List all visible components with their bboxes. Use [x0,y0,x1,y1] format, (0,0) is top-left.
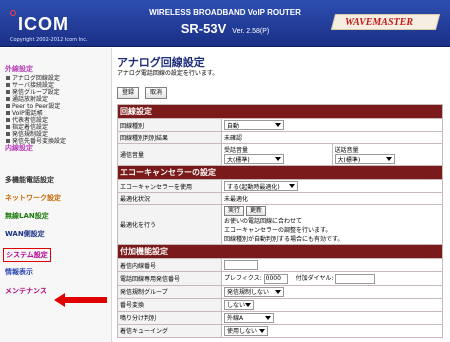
menu-multifunction-phone[interactable]: 多機能電話設定 [5,175,54,185]
menu-system[interactable]: システム設定 [3,248,51,262]
menu-maintenance[interactable]: メンテナンス [5,286,47,296]
section-extra: 付加機能設定 [117,244,443,259]
copyright: Copyright 2002-2012 Icom Inc. [10,37,88,43]
logo-text: ICOM [18,14,69,34]
opt-run-label: 最適化を行う [117,204,222,245]
settings-table: 回線設定 回線種別 自動 回線種別判別結果 未確認 通信音量 受話音量 大(標準… [117,104,443,338]
out-group-label: 発信規制グループ [117,284,222,299]
model-name: SR-53V Ver. 2.58(P) [180,21,270,36]
wavemaster-logo: WAVEMASTER [330,8,443,36]
update-button[interactable]: 更新 [246,206,267,216]
logo-mark-icon [10,10,16,16]
queue-label: 着信キューイング [117,323,222,338]
page-subtitle: アナログ電話回線の設定を行います。 [117,70,219,77]
rx-volume-cell: 受話音量 大(標準) [221,143,333,166]
dropdown-caret-icon [259,328,265,333]
execute-button[interactable]: 実行 [224,206,245,216]
split-select[interactable]: 外線A [224,312,274,323]
line-detect-value: 未確認 [221,131,443,144]
rx-volume-select[interactable]: 大(標準) [224,154,284,164]
prefix-label: プレフィクス: [224,275,262,282]
version: Ver. 2.58(P) [232,28,270,35]
echo-use-label: エコーキャンセラーを使用 [117,179,222,193]
prefix-input[interactable]: 0000 [263,273,288,284]
menu-wireless-lan[interactable]: 無線LAN設定 [5,211,49,221]
red-arrow-icon [54,293,107,307]
dropdown-caret-icon [265,315,271,320]
sidebar-section-extension[interactable]: 内線設定 [5,143,33,153]
main-content: アナログ回線設定 アナログ電話回線の設定を行います。 登録 取消 回線設定 回線… [116,50,446,340]
ext-num-label: 着信内線番号 [117,258,222,272]
dropdown-caret-icon [275,123,281,127]
line-type-label: 回線種別 [117,118,222,132]
product-title: WIRELESS BROADBAND VoIP ROUTER SR-53V Ver… [140,8,310,36]
dropdown-caret-icon [385,157,392,161]
volume-label: 通信音量 [117,143,222,166]
tx-volume-select[interactable]: 大(標準) [334,154,395,164]
menu-network[interactable]: ネットワーク設定 [5,193,61,203]
line-detect-label: 回線種別判別結果 [117,131,222,144]
tx-volume-cell: 送話音量 大(標準) [331,143,443,166]
ext-num-input[interactable] [224,260,258,270]
menu-info[interactable]: 情報表示 [5,267,33,277]
opt-status-label: 最適化状況 [117,192,222,205]
sidebar: 外線設定 アナログ回線設定 サーバ接続設定 発信グループ設定 通話放射設定 Pe… [0,48,112,342]
line-type-select[interactable]: 自動 [224,120,284,130]
icom-logo: ICOM Copyright 2002-2012 Icom Inc. [8,8,118,43]
echo-use-select[interactable]: する(起動時最適化) [224,181,298,191]
dial-input[interactable] [335,273,376,284]
header: ICOM Copyright 2002-2012 Icom Inc. WIREL… [0,0,450,47]
dropdown-caret-icon [275,157,281,161]
num-convert-select[interactable]: しない [224,299,255,310]
dial-label: 付加ダイヤル: [295,275,334,282]
section-echo: エコーキャンセラーの設定 [117,165,443,180]
queue-select[interactable]: 使用しない [224,325,268,336]
out-group-select[interactable]: 発信規制しない [224,286,284,297]
register-button[interactable]: 登録 [117,87,140,99]
num-convert-label: 番号変換 [117,297,222,312]
opt-note-1: お使いの電話回線に合わせて [224,218,303,225]
cancel-button[interactable]: 取消 [145,87,168,99]
product-line: WIRELESS BROADBAND VoIP ROUTER [149,8,301,17]
split-label: 鳴り分け判別 [117,310,222,325]
opt-status-value: 未最適化 [221,192,443,205]
menu-wan[interactable]: WAN側設定 [5,229,45,239]
dropdown-caret-icon [275,289,281,294]
opt-note-2: エコーキャンセラーの調整を行います。 [224,227,332,234]
caller-num-label: 電話回線専用発信番号 [117,271,222,286]
section-line-settings: 回線設定 [117,104,443,119]
dropdown-caret-icon [289,184,295,188]
dropdown-caret-icon [245,302,252,307]
opt-note-3: 回線種別が自動判別する場合にも有効です。 [224,236,344,243]
